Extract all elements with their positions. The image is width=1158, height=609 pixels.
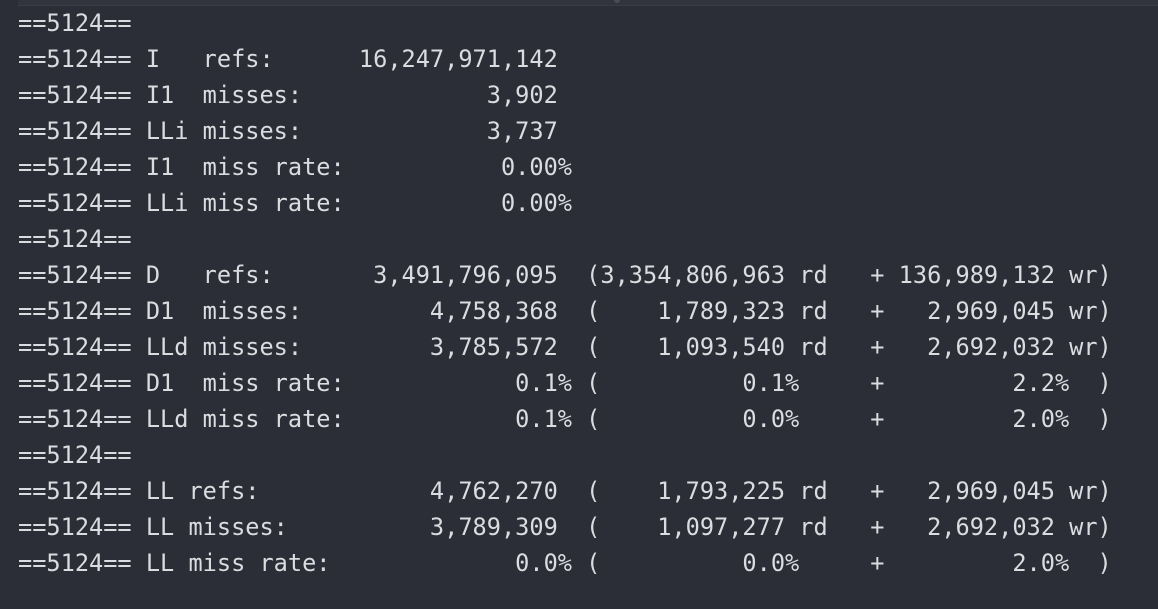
output-line-ll-misses: ==5124== LL misses: 3,789,309 ( 1,097,27… bbox=[18, 513, 1112, 541]
output-line-i1-miss-rate: ==5124== I1 miss rate: 0.00% bbox=[18, 153, 572, 181]
output-line-lld-miss-rate: ==5124== LLd miss rate: 0.1% ( 0.0% + 2.… bbox=[18, 405, 1112, 433]
output-line-i-refs: ==5124== I refs: 16,247,971,142 bbox=[18, 45, 558, 73]
output-line-blank: ==5124== bbox=[18, 9, 132, 37]
output-line-ll-miss-rate: ==5124== LL miss rate: 0.0% ( 0.0% + 2.0… bbox=[18, 549, 1112, 577]
output-line-i1-misses: ==5124== I1 misses: 3,902 bbox=[18, 81, 558, 109]
output-line-blank: ==5124== bbox=[18, 441, 132, 469]
output-line-lli-miss-rate: ==5124== LLi miss rate: 0.00% bbox=[18, 189, 572, 217]
output-line-ll-refs: ==5124== LL refs: 4,762,270 ( 1,793,225 … bbox=[18, 477, 1112, 505]
output-line-lli-misses: ==5124== LLi misses: 3,737 bbox=[18, 117, 558, 145]
output-line-lld-misses: ==5124== LLd misses: 3,785,572 ( 1,093,5… bbox=[18, 333, 1112, 361]
terminal-output: ==5124== ==5124== I refs: 16,247,971,142 =… bbox=[18, 5, 1112, 581]
output-line-blank: ==5124== bbox=[18, 225, 132, 253]
output-line-d1-misses: ==5124== D1 misses: 4,758,368 ( 1,789,32… bbox=[18, 297, 1112, 325]
terminal-window[interactable]: ==5124== ==5124== I refs: 16,247,971,142 =… bbox=[0, 0, 1158, 609]
output-line-d1-miss-rate: ==5124== D1 miss rate: 0.1% ( 0.1% + 2.2… bbox=[18, 369, 1112, 397]
output-line-d-refs: ==5124== D refs: 3,491,796,095 (3,354,80… bbox=[18, 261, 1112, 289]
